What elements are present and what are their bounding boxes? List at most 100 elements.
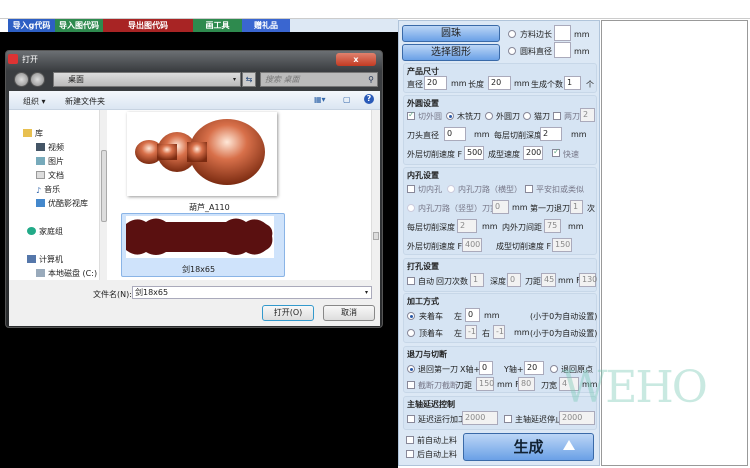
delay-start-checkbox[interactable] [407, 415, 415, 423]
back-auto-load-checkbox[interactable] [406, 450, 414, 458]
nav-videos[interactable]: 视频 [36, 142, 64, 153]
import-g-code-button[interactable]: 导入g代码 [8, 19, 55, 32]
file-thumbnail-gourd[interactable] [127, 112, 277, 196]
nav-homegroup[interactable]: 家庭组 [27, 226, 63, 237]
preview-pane-icon[interactable]: ▢ [343, 95, 351, 104]
round-dia-input[interactable] [554, 42, 571, 58]
unit-mm: mm [484, 311, 500, 320]
flat-buckle-checkbox[interactable] [525, 185, 533, 193]
close-button[interactable]: x [336, 53, 376, 66]
bead-button[interactable]: 圆珠 [402, 25, 500, 42]
group-title: 加工方式 [407, 297, 439, 306]
layer-depth-input[interactable]: 2 [540, 127, 562, 141]
auto-hint: (小于0为自动设置) [530, 312, 598, 321]
form-speed-input[interactable]: 200 [523, 146, 543, 160]
inner-path-horizontal-radio[interactable] [447, 185, 455, 193]
nav-scroll-thumb[interactable] [101, 150, 107, 222]
count-input[interactable]: 1 [564, 76, 581, 90]
cutoff-checkbox[interactable] [407, 381, 415, 389]
length-input[interactable]: 20 [488, 76, 511, 90]
auto-drill-checkbox[interactable] [407, 277, 415, 285]
round-stock-radio[interactable] [508, 47, 516, 55]
first-retract-input[interactable]: 1 [570, 200, 583, 214]
chevron-down-icon[interactable]: ▾ [365, 287, 368, 299]
wood-mill-radio[interactable] [446, 112, 454, 120]
top-turning-radio[interactable] [407, 329, 415, 337]
files-scroll-thumb[interactable] [373, 232, 379, 240]
back-count-input[interactable]: 1 [470, 273, 484, 287]
chevron-down-icon[interactable]: ▾ [233, 73, 236, 87]
nav-scrollbar[interactable] [99, 110, 107, 280]
drill-dist-input[interactable]: 45 [541, 273, 556, 287]
cut-inner-checkbox[interactable] [407, 185, 415, 193]
delay-start-input[interactable]: 2000 [462, 411, 498, 425]
cutoff-f-input[interactable]: 80 [518, 377, 535, 391]
drill-depth-input[interactable]: 0 [507, 273, 521, 287]
inner-speed-input[interactable]: 400 [462, 238, 482, 252]
clamp-turning-radio[interactable] [407, 312, 415, 320]
fast-checkbox[interactable] [552, 147, 560, 157]
nav-documents[interactable]: 文档 [36, 170, 64, 181]
front-auto-load-checkbox[interactable] [406, 436, 414, 444]
file-item-selected[interactable]: 剑18x65 [121, 213, 285, 277]
cat-tool-radio[interactable] [523, 112, 531, 120]
diameter-input[interactable]: 20 [424, 76, 447, 90]
top-left-input[interactable]: -1 [465, 325, 477, 339]
drill-f-input[interactable]: 130 [579, 273, 597, 287]
cutoff-dist-input[interactable]: 150 [476, 377, 494, 391]
nav-computer[interactable]: 计算机 [27, 254, 63, 265]
unit-mm: mm [514, 328, 530, 337]
nav-pictures[interactable]: 图片 [36, 156, 64, 167]
sword-image [126, 216, 274, 258]
return-first-radio[interactable] [407, 365, 415, 373]
inner-depth-input[interactable]: 2 [457, 219, 477, 233]
square-side-input[interactable] [554, 25, 571, 41]
delay-stop-checkbox[interactable] [504, 415, 512, 423]
inner-path-vertical-radio[interactable] [407, 204, 415, 212]
help-icon[interactable]: ? [364, 94, 374, 104]
tool-width-input[interactable]: 0 [492, 200, 509, 214]
open-button[interactable]: 打开(O) [262, 305, 314, 321]
two-blade-checkbox[interactable] [553, 112, 561, 120]
inner-hole-group: 内孔设置 切内孔 内孔刀路（横型） 平安扣或类似 内孔刀路（竖型）刀宽 0 mm… [403, 167, 597, 255]
two-blade-input[interactable]: 2 [580, 108, 595, 122]
search-input[interactable]: 搜索 桌面 ⚲ [260, 72, 378, 87]
files-scrollbar[interactable] [371, 110, 380, 280]
outer-speed-input[interactable]: 500 [464, 146, 484, 160]
forward-button[interactable] [30, 72, 45, 87]
square-stock-radio[interactable] [508, 30, 516, 38]
unit-mm: mm [451, 79, 467, 88]
filename-input[interactable]: 剑18x65 ▾ [132, 286, 372, 299]
clamp-left-input[interactable]: 0 [465, 308, 480, 322]
x-axis-input[interactable]: 0 [479, 361, 493, 375]
cancel-button[interactable]: 取消 [323, 305, 375, 321]
return-origin-radio[interactable] [550, 365, 558, 373]
tip-diameter-input[interactable]: 0 [444, 127, 466, 141]
draw-tool-button[interactable]: 画工具 [193, 19, 242, 32]
mouse-cursor [563, 440, 575, 450]
cut-outer-checkbox[interactable] [407, 110, 415, 120]
back-button[interactable] [14, 72, 29, 87]
inner-form-input[interactable]: 150 [552, 238, 572, 252]
address-bar[interactable]: 桌面 ▾ [53, 72, 241, 87]
nav-libraries[interactable]: 库 [23, 128, 43, 139]
new-folder-button[interactable]: 新建文件夹 [65, 96, 105, 107]
drill-depth-label: 深度 [490, 277, 506, 286]
select-shape-button[interactable]: 选择图形 [402, 44, 500, 61]
outer-tool-label: 外圆刀 [496, 112, 520, 121]
nav-music[interactable]: ♪ 音乐 [36, 184, 60, 195]
nav-youku-library[interactable]: 优酷影视库 [36, 198, 88, 209]
inner-gap-input[interactable]: 75 [544, 219, 561, 233]
y-axis-input[interactable]: 20 [524, 361, 544, 375]
gift-button[interactable]: 赠礼品 [242, 19, 290, 32]
view-icon[interactable]: ▦▾ [314, 95, 326, 104]
refresh-icon[interactable]: ⇆ [242, 72, 256, 87]
outer-tool-radio[interactable] [485, 112, 493, 120]
file-name-gourd[interactable]: 葫芦_A110 [189, 202, 230, 213]
nav-local-disk-c[interactable]: 本地磁盘 (C:) [36, 268, 97, 279]
delay-stop-input[interactable]: 2000 [559, 411, 595, 425]
top-right-input[interactable]: -1 [493, 325, 505, 339]
organize-menu[interactable]: 组织 ▾ [23, 96, 46, 107]
export-image-code-button[interactable]: 导出图代码 [103, 19, 193, 32]
import-image-code-button[interactable]: 导入图代码 [55, 19, 103, 32]
